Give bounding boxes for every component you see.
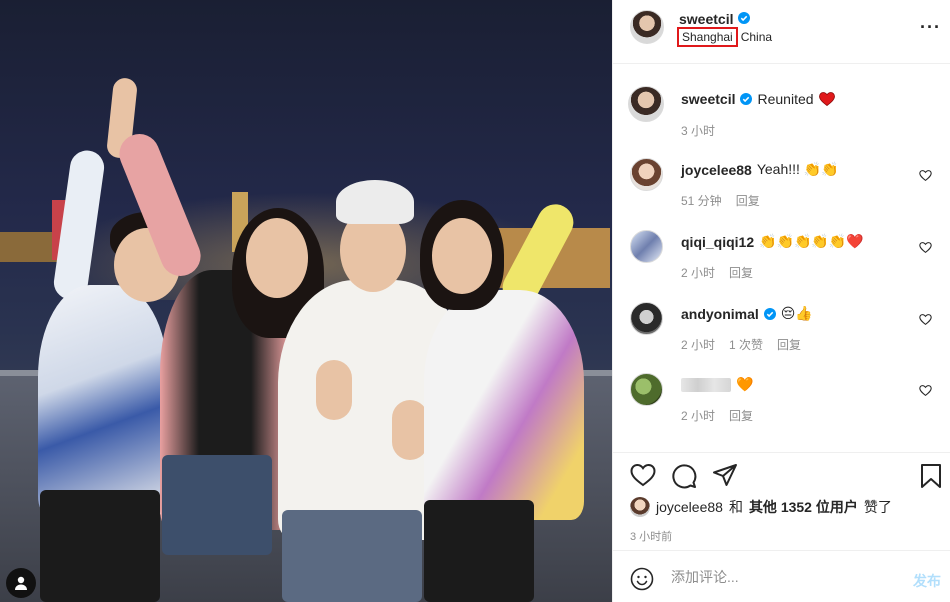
post-comment-button[interactable]: 发布 (913, 571, 941, 591)
comment-username[interactable]: andyonimal (681, 306, 759, 322)
comment-text: 👏👏👏👏👏❤️ (759, 233, 864, 249)
post-side-panel: sweetcil Shanghai China ··· sweetcil Reu… (612, 0, 950, 602)
likes-liked: 赞了 (863, 499, 892, 515)
liker-username[interactable]: joycelee88 (656, 499, 723, 515)
liker-avatar[interactable] (630, 497, 650, 517)
commenter-avatar[interactable] (630, 158, 663, 191)
add-comment-bar: 发布 (613, 550, 950, 602)
reply-link[interactable]: 回复 (729, 264, 753, 281)
verified-badge-icon (740, 93, 753, 105)
comment-username[interactable]: joycelee88 (681, 162, 752, 178)
caption-text: Reunited (757, 91, 814, 107)
author-username[interactable]: sweetcil (679, 11, 733, 27)
verified-badge-icon (738, 11, 751, 27)
person-cap (336, 180, 414, 224)
author-avatar[interactable] (630, 10, 664, 44)
post-time-ago[interactable]: 3 小时前 (630, 528, 672, 544)
like-comment-heart-icon[interactable] (919, 384, 932, 397)
person-jeans (162, 455, 272, 555)
comment-time[interactable]: 2 小时 (681, 407, 715, 424)
person-boy (38, 285, 168, 515)
comment-text: 😔👍 (780, 305, 813, 321)
comment-text: 🧡 (736, 376, 754, 392)
comment-username[interactable]: qiqi_qiqi12 (681, 234, 754, 250)
post-photo[interactable] (0, 0, 612, 602)
like-comment-heart-icon[interactable] (919, 169, 932, 182)
comment-username-blurred[interactable] (681, 377, 731, 392)
post-actions-bar (613, 452, 950, 498)
person-boy-pants (40, 490, 160, 602)
commenter-avatar[interactable] (630, 373, 663, 406)
skyline-building (0, 232, 60, 262)
comment-time[interactable]: 2 小时 (681, 264, 715, 281)
person-girl-pants (424, 500, 534, 602)
bookmark-save-icon[interactable] (920, 463, 942, 489)
comment-likes[interactable]: 1 次赞 (729, 336, 763, 353)
location-country[interactable]: China (738, 27, 775, 47)
thumbs-up-hand (316, 360, 352, 420)
like-comment-heart-icon[interactable] (919, 313, 932, 326)
post-location[interactable]: Shanghai China (677, 27, 775, 47)
like-comment-heart-icon[interactable] (919, 241, 932, 254)
reply-link[interactable]: 回复 (736, 192, 760, 209)
comment-time[interactable]: 2 小时 (681, 336, 715, 353)
likes-and: 和 (728, 499, 743, 515)
commenter-avatar[interactable] (630, 230, 663, 263)
like-heart-icon[interactable] (630, 463, 656, 487)
person-girl (424, 290, 584, 520)
comment-time[interactable]: 51 分钟 (681, 192, 722, 209)
person-face (432, 218, 492, 294)
verified-badge-icon (763, 307, 776, 320)
share-send-icon[interactable] (712, 463, 738, 489)
reply-link[interactable]: 回复 (777, 336, 801, 353)
comment-bubble-icon[interactable] (671, 463, 697, 489)
post-header: sweetcil Shanghai China ··· (613, 0, 950, 64)
reply-link[interactable]: 回复 (729, 407, 753, 424)
more-options-icon[interactable]: ··· (920, 17, 941, 38)
location-city[interactable]: Shanghai (677, 27, 738, 47)
likes-others-link[interactable]: 其他 1352 位用户 (749, 497, 858, 517)
author-avatar[interactable] (628, 86, 664, 122)
red-heart-emoji-icon (818, 92, 835, 106)
likes-summary: joycelee88 和 其他 1352 位用户 赞了 (630, 497, 892, 517)
tagged-user-icon[interactable] (6, 568, 36, 598)
thumbs-up-hand (392, 400, 428, 460)
caption-time: 3 小时 (681, 124, 716, 138)
commenter-avatar[interactable] (630, 302, 663, 335)
person-jeans (282, 510, 422, 602)
comment-text: Yeah!!! 👏👏 (756, 161, 839, 177)
add-comment-input[interactable] (671, 565, 891, 589)
emoji-picker-icon[interactable] (630, 567, 654, 591)
caption-username[interactable]: sweetcil (681, 91, 735, 107)
person-face (246, 218, 308, 298)
